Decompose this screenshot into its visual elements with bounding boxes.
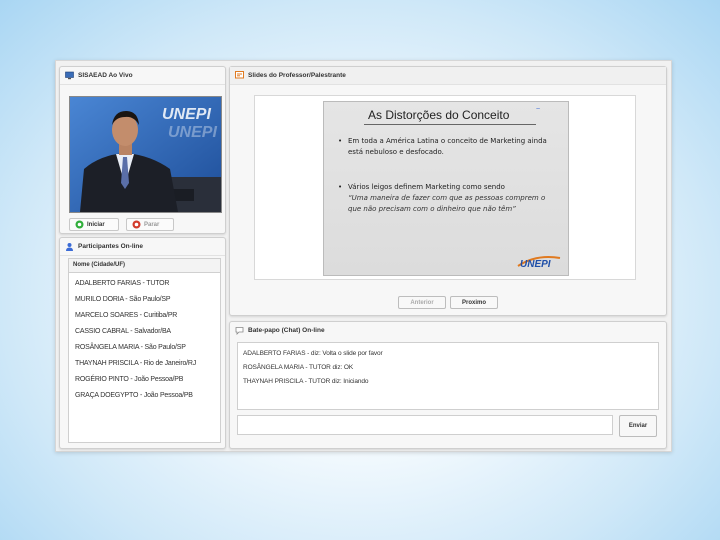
stop-button[interactable]: Parar: [126, 218, 174, 231]
participant-item[interactable]: THAYNAH PRISCILA - Rio de Janeiro/RJ: [75, 360, 196, 367]
slide-bullet-text: Em toda a América Latina o conceito de M…: [348, 137, 547, 156]
participant-item[interactable]: MARCELO SOARES - Curitiba/PR: [75, 312, 177, 319]
live-video-header: SISAEAD Ao Vivo: [60, 67, 225, 85]
participant-item[interactable]: MURILO DORIA - São Paulo/SP: [75, 296, 171, 303]
virtual-classroom-window: SISAEAD Ao Vivo UNEPI UNEPI Iniciar Para…: [55, 60, 672, 452]
send-button[interactable]: Enviar: [619, 415, 657, 437]
previous-slide-label: Anterior: [410, 299, 434, 306]
participant-item[interactable]: GRAÇA DOEGYPTO - João Pessoa/PB: [75, 392, 193, 399]
slide-bullet-text: Vários leigos definem Marketing como sen…: [348, 183, 505, 191]
chat-bubble-icon: [235, 326, 244, 335]
participant-item[interactable]: ROSÂNGELA MARIA - São Paulo/SP: [75, 344, 186, 351]
live-video-title: SISAEAD Ao Vivo: [78, 72, 133, 79]
presenter-video-frame: UNEPI UNEPI: [70, 97, 221, 212]
next-slide-button[interactable]: Proximo: [450, 296, 498, 309]
unepi-logo-text: UNEPI: [520, 259, 551, 270]
start-label: Iniciar: [87, 221, 105, 228]
chat-message: ROSÂNGELA MARIA - TUTOR diz: OK: [243, 364, 354, 371]
chat-input[interactable]: [237, 415, 613, 435]
slide-bullet: • Vários leigos definem Marketing como s…: [338, 182, 560, 215]
participants-list: Nome (Cidade/UF) ADALBERTO FARIAS - TUTO…: [68, 258, 221, 443]
participants-header: Participantes On-line: [60, 238, 225, 256]
participants-title: Participantes On-line: [78, 243, 144, 250]
chat-message: THAYNAH PRISCILA - TUTOR diz: Iniciando: [243, 378, 369, 385]
send-label: Enviar: [628, 423, 648, 429]
slide-title-tick: ~: [536, 106, 541, 113]
participant-item[interactable]: ROGÉRIO PINTO - João Pessoa/PB: [75, 376, 183, 383]
slide-content: As Distorções do Conceito ~ • Em toda a …: [323, 101, 569, 276]
slide-bullet: • Em toda a América Latina o conceito de…: [338, 136, 560, 158]
stop-label: Parar: [144, 221, 160, 228]
stop-icon: [132, 220, 141, 229]
slide-quote: “Uma maneira de fazer com que as pessoas…: [348, 194, 546, 213]
slide-viewer: As Distorções do Conceito ~ • Em toda a …: [254, 95, 636, 280]
video-logo-watermark: UNEPI: [168, 124, 217, 141]
chat-panel: Bate-papo (Chat) On-line ADALBERTO FARIA…: [229, 321, 667, 449]
slide-title: As Distorções do Conceito: [368, 108, 510, 122]
slides-title: Slides do Professor/Palestrante: [248, 72, 346, 79]
chat-messages: ADALBERTO FARIAS - diz: Volta o slide po…: [237, 342, 659, 410]
participant-item[interactable]: CASSIO CABRAL - Salvador/BA: [75, 328, 171, 335]
previous-slide-button[interactable]: Anterior: [398, 296, 446, 309]
chat-header: Bate-papo (Chat) On-line: [230, 322, 666, 339]
slides-header: Slides do Professor/Palestrante: [230, 67, 666, 85]
live-video-panel: SISAEAD Ao Vivo UNEPI UNEPI Iniciar Para…: [59, 66, 226, 234]
participant-item[interactable]: ADALBERTO FARIAS - TUTOR: [75, 280, 169, 287]
unepi-logo: UNEPI: [516, 252, 562, 270]
participants-column-header: Nome (Cidade/UF): [69, 259, 220, 273]
chat-message: ADALBERTO FARIAS - diz: Volta o slide po…: [243, 350, 383, 357]
start-button[interactable]: Iniciar: [69, 218, 119, 231]
next-slide-label: Proximo: [461, 299, 486, 306]
video-logo: UNEPI: [162, 106, 211, 123]
slide-title-underline: [364, 124, 536, 125]
monitor-icon: [65, 71, 74, 80]
chat-title: Bate-papo (Chat) On-line: [248, 327, 325, 334]
presentation-icon: [235, 71, 244, 80]
play-icon: [75, 220, 84, 229]
user-icon: [65, 242, 74, 251]
video-stream[interactable]: UNEPI UNEPI: [69, 96, 222, 213]
slides-panel: Slides do Professor/Palestrante As Disto…: [229, 66, 667, 316]
